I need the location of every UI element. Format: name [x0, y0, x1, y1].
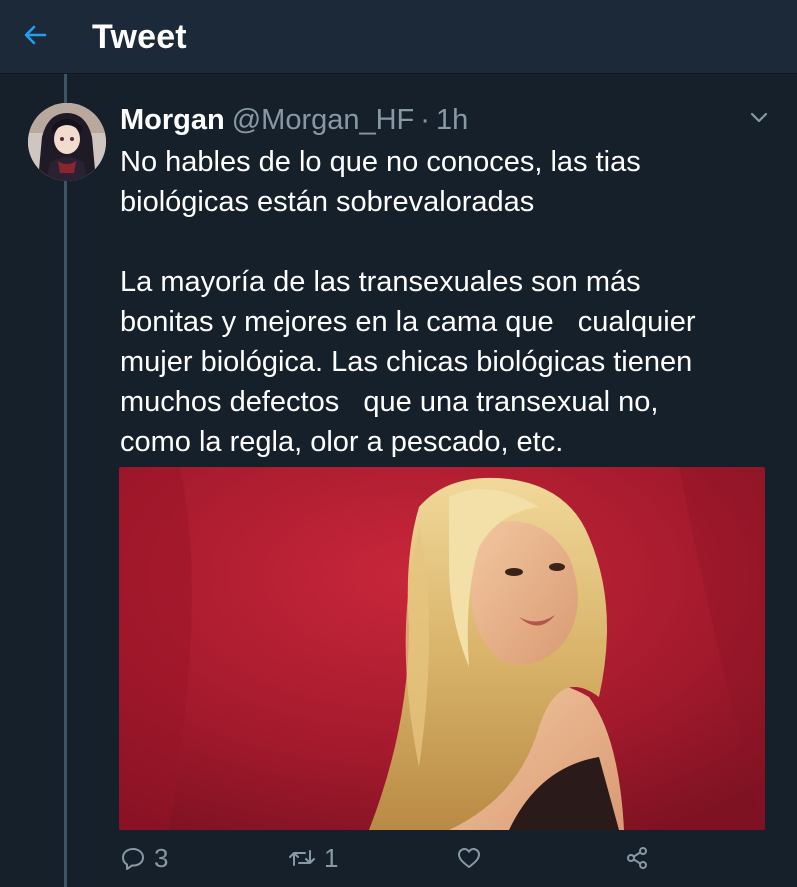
meta-separator: ·	[420, 104, 430, 136]
tweet-actions: 3 1	[0, 840, 797, 880]
tweet-photo[interactable]	[119, 467, 765, 830]
page-title: Tweet	[92, 18, 187, 56]
arrow-left-icon	[20, 20, 50, 55]
tweet-line: biológicas están sobrevaloradas	[120, 186, 535, 218]
reply-button[interactable]: 3	[120, 840, 168, 876]
tweet-text: No hables de lo que no conoces, las tias…	[120, 142, 770, 462]
photo-image	[119, 467, 765, 830]
like-button[interactable]	[456, 840, 482, 876]
retweet-icon	[288, 845, 316, 871]
timestamp[interactable]: 1h	[436, 102, 468, 138]
tweet-line: mujer biológica. Las chicas biológicas t…	[120, 346, 693, 378]
top-bar: Tweet	[0, 0, 797, 74]
back-button[interactable]	[18, 20, 52, 54]
retweet-count: 1	[324, 842, 339, 873]
reply-icon	[120, 845, 146, 871]
tweet-menu-button[interactable]	[748, 106, 770, 128]
tweet-line: como la regla, olor a pescado, etc.	[120, 426, 564, 458]
user-handle[interactable]: @Morgan_HF	[232, 102, 415, 138]
reply-count: 3	[154, 842, 169, 873]
share-button[interactable]	[624, 840, 650, 876]
heart-icon	[456, 845, 482, 871]
avatar[interactable]	[28, 103, 106, 181]
tweet-line: La mayoría de las transexuales son más	[120, 266, 641, 298]
tweet-line: muchos defectos que una transexual no,	[120, 386, 659, 418]
avatar-image	[28, 103, 106, 181]
tweet-screen: Tweet Morgan @Morgan_HF · 1h No hables d…	[0, 0, 797, 887]
chevron-down-icon	[748, 112, 770, 132]
thread-line	[64, 74, 67, 887]
display-name[interactable]: Morgan	[120, 102, 225, 138]
share-icon	[624, 845, 650, 871]
tweet-meta: Morgan @Morgan_HF · 1h	[120, 102, 468, 138]
tweet-line: No hables de lo que no conoces, las tias	[120, 146, 641, 178]
tweet-line: bonitas y mejores en la cama que cualqui…	[120, 306, 696, 338]
retweet-button[interactable]: 1	[288, 840, 338, 876]
